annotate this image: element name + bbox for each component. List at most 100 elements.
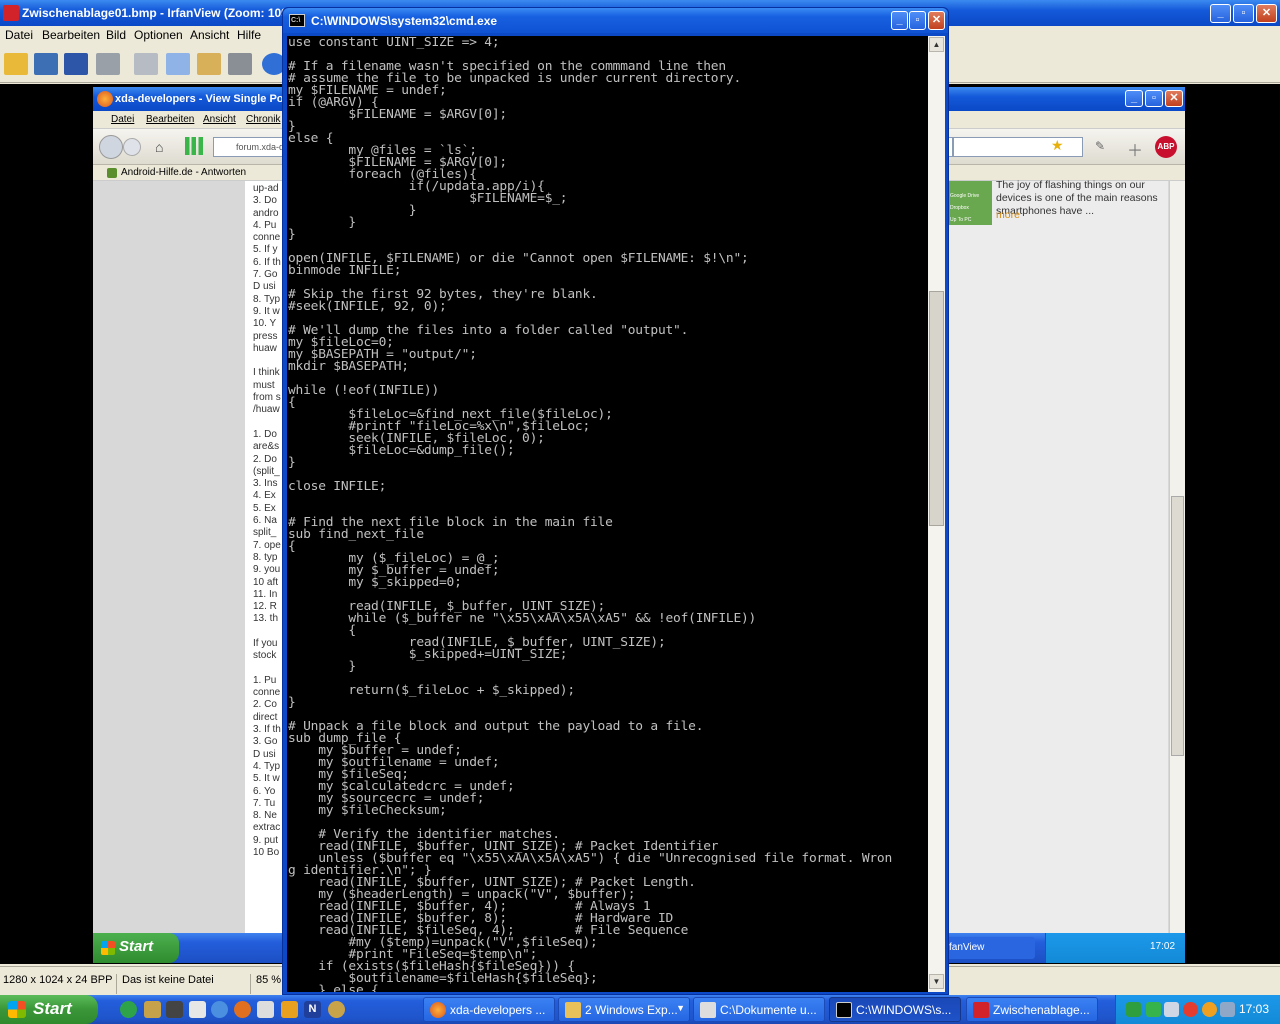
- menu-bild[interactable]: Bild: [106, 28, 126, 42]
- firefox-icon: [97, 91, 113, 107]
- cmd-scrollbar[interactable]: ▲ ▼: [928, 36, 945, 992]
- post-line: 9. you: [253, 564, 281, 576]
- quicklaunch-explorer-icon[interactable]: [257, 1001, 274, 1018]
- irfanview-close-button[interactable]: ✕: [1256, 4, 1277, 23]
- task-xda-developers[interactable]: xda-developers ...: [423, 997, 555, 1022]
- tray-network-icon[interactable]: [1126, 1002, 1141, 1017]
- post-line: 3. If th: [253, 724, 281, 736]
- post-line: direct: [253, 711, 278, 723]
- quicklaunch-ie-icon[interactable]: [211, 1001, 228, 1018]
- post-line: 1. Pu: [253, 674, 277, 686]
- post-line: 4. Ex: [253, 490, 276, 502]
- cmd-scroll-thumb[interactable]: [929, 291, 944, 526]
- back-icon: [99, 135, 123, 159]
- task-zwischenablage[interactable]: Zwischenablage...: [966, 997, 1098, 1022]
- task-cmd[interactable]: C:\WINDOWS\s...: [829, 997, 961, 1022]
- tray-volume-icon[interactable]: [1220, 1002, 1235, 1017]
- quicklaunch-terminal-icon[interactable]: [166, 1001, 183, 1018]
- inner-start-button: Start: [93, 933, 179, 963]
- cmd-app-icon: C:\: [289, 14, 305, 27]
- menu-ansicht[interactable]: Ansicht: [190, 28, 229, 42]
- quicklaunch-browser-icon[interactable]: [120, 1001, 137, 1018]
- post-line: 10. Y: [253, 318, 277, 330]
- irfanview-minimize-button[interactable]: _: [1210, 4, 1231, 23]
- delete-icon[interactable]: [96, 53, 120, 75]
- ff-menu-bearbeiten: Bearbeiten: [146, 114, 195, 125]
- post-line: 6. Yo: [253, 785, 276, 797]
- inner-task-irfanview: fanView: [945, 937, 1035, 959]
- cmd-close-button[interactable]: ✕: [928, 11, 945, 30]
- folder-task-icon: [565, 1002, 581, 1018]
- post-line: 5. It w: [253, 773, 280, 785]
- tray-display-icon[interactable]: [1164, 1002, 1179, 1017]
- irfanview-maximize-button[interactable]: ▫: [1233, 4, 1254, 23]
- post-line: conne: [253, 232, 281, 244]
- open-folder-icon[interactable]: [4, 53, 28, 75]
- inner-system-tray: 17:02: [1045, 933, 1185, 963]
- adblock-icon: ABP: [1155, 136, 1177, 158]
- task-windows-explorer[interactable]: 2 Windows Exp... ▼: [558, 997, 690, 1022]
- menu-bearbeiten[interactable]: Bearbeiten: [42, 28, 100, 42]
- post-line: 11. In: [253, 588, 278, 600]
- inner-clock: 17:02: [1150, 941, 1176, 952]
- post-line: stock: [253, 650, 277, 662]
- task-label: 2 Windows Exp...: [585, 1003, 678, 1017]
- undo-icon[interactable]: [228, 53, 252, 75]
- clock[interactable]: 17:03: [1239, 1002, 1269, 1016]
- cut-icon[interactable]: [134, 53, 158, 75]
- start-button[interactable]: Start: [0, 995, 98, 1024]
- tray-security-icon[interactable]: [1183, 1002, 1198, 1017]
- task-label: C:\Dokumente u...: [720, 1003, 817, 1017]
- cmd-title-bar[interactable]: C:\ C:\WINDOWS\system32\cmd.exe _ ▫ ✕: [283, 8, 948, 33]
- sidebar-thumbnail: Google Drive Dropbox Up To PC: [948, 181, 992, 225]
- scroll-down-arrow-icon[interactable]: ▼: [929, 974, 944, 989]
- console-task-icon: [700, 1002, 716, 1018]
- group-arrow-icon: ▼: [676, 1003, 685, 1013]
- post-line: D usi: [253, 748, 276, 760]
- paste-icon[interactable]: [197, 53, 221, 75]
- slideshow-icon[interactable]: [34, 53, 58, 75]
- post-line: 8. Typ: [253, 293, 281, 305]
- menu-datei[interactable]: Datei: [5, 28, 33, 42]
- quicklaunch-folder-icon[interactable]: [281, 1001, 298, 1018]
- post-line: 10 aft: [253, 576, 279, 588]
- firefox-minimize-button: _: [1125, 90, 1143, 107]
- tray-update-icon[interactable]: [1202, 1002, 1217, 1017]
- bookmark-icon: [107, 168, 117, 178]
- post-line: 1. Do: [253, 428, 277, 440]
- scroll-up-arrow-icon[interactable]: ▲: [929, 37, 944, 52]
- addon-icon: ✎: [1095, 139, 1106, 153]
- console-text: use constant UINT_SIZE => 4; # If a file…: [288, 36, 893, 992]
- post-line: (split_: [253, 465, 280, 477]
- post-line: 2. Co: [253, 699, 277, 711]
- ff-menu-ansicht: Ansicht: [203, 114, 236, 125]
- quicklaunch-settings-icon[interactable]: [328, 1001, 345, 1018]
- inner-windows-flag-icon: [101, 941, 115, 955]
- task-label: Zwischenablage...: [993, 1003, 1090, 1017]
- quicklaunch-tools-icon[interactable]: [144, 1001, 161, 1018]
- post-line: [253, 417, 285, 429]
- post-line: up-ad: [253, 183, 279, 194]
- post-line: 7. Go: [253, 269, 278, 281]
- task-dokumente[interactable]: C:\Dokumente u...: [693, 997, 825, 1022]
- firefox-maximize-button: ▫: [1145, 90, 1163, 107]
- quicklaunch-mail-icon[interactable]: [189, 1001, 206, 1018]
- post-line: /huaw: [253, 404, 280, 416]
- cmd-minimize-button[interactable]: _: [891, 11, 908, 30]
- save-icon[interactable]: [64, 53, 88, 75]
- quicklaunch-n-icon[interactable]: N: [304, 1001, 321, 1018]
- post-line: 12. R: [253, 601, 277, 613]
- menu-optionen[interactable]: Optionen: [134, 28, 183, 42]
- copy-icon[interactable]: [166, 53, 190, 75]
- xda-right-panel: Google Drive Dropbox Up To PC The joy of…: [948, 179, 1168, 933]
- post-text-snippets: up-ad 3. Do andro 4. Pu conne 5. If y 6. If th…: [253, 183, 285, 859]
- quicklaunch-firefox-icon[interactable]: [234, 1001, 251, 1018]
- cmd-maximize-button[interactable]: ▫: [909, 11, 926, 30]
- post-line: must: [253, 379, 275, 391]
- console-output[interactable]: use constant UINT_SIZE => 4; # If a file…: [287, 36, 928, 992]
- tray-battery-icon[interactable]: [1146, 1002, 1161, 1017]
- signal-icon: [185, 137, 203, 155]
- menu-hilfe[interactable]: Hilfe: [237, 28, 261, 42]
- ff-menu-datei: Datei: [111, 114, 135, 125]
- post-line: [253, 626, 285, 638]
